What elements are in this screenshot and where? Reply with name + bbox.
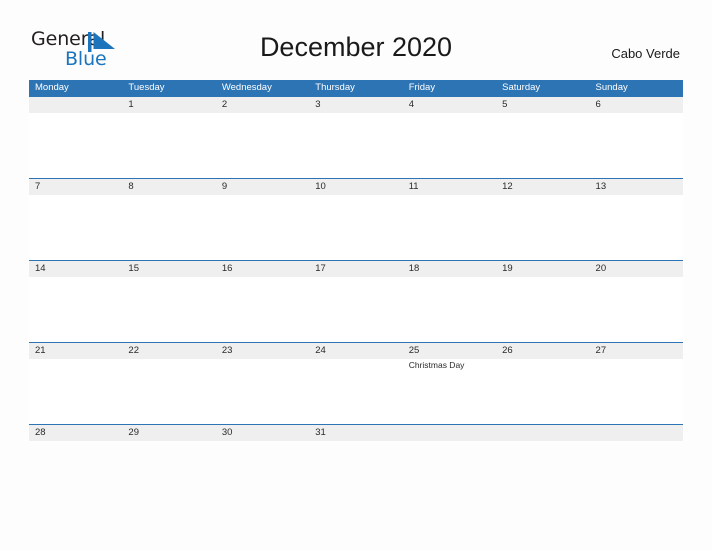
day-number[interactable] (29, 97, 122, 113)
week-date-strip: 1 2 3 4 5 6 (29, 97, 683, 113)
day-number[interactable]: 4 (403, 97, 496, 113)
day-cell[interactable] (590, 359, 683, 424)
day-number[interactable]: 6 (590, 97, 683, 113)
day-number[interactable]: 28 (29, 425, 122, 441)
day-cell[interactable] (496, 277, 589, 342)
day-number[interactable]: 9 (216, 179, 309, 195)
page-title: December 2020 (259, 32, 453, 62)
day-cell[interactable] (29, 113, 122, 178)
day-number[interactable]: 21 (29, 343, 122, 359)
day-cell[interactable] (29, 359, 122, 424)
day-cell[interactable] (496, 113, 589, 178)
week-date-strip: 21 22 23 24 25 26 27 (29, 343, 683, 359)
day-number[interactable] (590, 425, 683, 441)
day-number[interactable]: 30 (216, 425, 309, 441)
day-number[interactable]: 2 (216, 97, 309, 113)
day-cell[interactable] (309, 359, 402, 424)
day-cell[interactable] (122, 113, 215, 178)
day-cell[interactable] (496, 359, 589, 424)
week-row: 1 2 3 4 5 6 (29, 96, 683, 178)
week-row: 7 8 9 10 11 12 13 (29, 178, 683, 260)
day-number[interactable]: 8 (122, 179, 215, 195)
week-date-strip: 7 8 9 10 11 12 13 (29, 179, 683, 195)
day-number[interactable]: 26 (496, 343, 589, 359)
day-number[interactable]: 16 (216, 261, 309, 277)
day-cell[interactable] (590, 113, 683, 178)
day-number[interactable]: 19 (496, 261, 589, 277)
day-cell[interactable] (496, 195, 589, 260)
day-of-week-header-row: Monday Tuesday Wednesday Thursday Friday… (29, 80, 683, 96)
day-number[interactable]: 29 (122, 425, 215, 441)
day-number[interactable]: 1 (122, 97, 215, 113)
day-number[interactable] (496, 425, 589, 441)
day-number[interactable]: 5 (496, 97, 589, 113)
page-header: General Blue December 2020 Cabo Verde (0, 0, 712, 80)
day-cell[interactable] (309, 113, 402, 178)
week-row: 28 29 30 31 (29, 424, 683, 441)
week-date-strip: 28 29 30 31 (29, 425, 683, 441)
day-number[interactable]: 24 (309, 343, 402, 359)
day-cell[interactable] (216, 277, 309, 342)
week-body-strip (29, 113, 683, 178)
day-number[interactable]: 11 (403, 179, 496, 195)
day-number[interactable]: 22 (122, 343, 215, 359)
day-cell[interactable] (590, 277, 683, 342)
day-number[interactable]: 13 (590, 179, 683, 195)
day-number[interactable]: 14 (29, 261, 122, 277)
day-cell[interactable] (403, 277, 496, 342)
dow-thursday: Thursday (315, 82, 355, 93)
day-number[interactable]: 17 (309, 261, 402, 277)
week-body-strip (29, 277, 683, 342)
day-number[interactable]: 7 (29, 179, 122, 195)
week-body-strip (29, 195, 683, 260)
day-cell[interactable] (309, 195, 402, 260)
week-row: 21 22 23 24 25 26 27 Christmas Day (29, 342, 683, 424)
day-number[interactable]: 15 (122, 261, 215, 277)
dow-monday: Monday (35, 82, 69, 93)
dow-wednesday: Wednesday (221, 82, 272, 93)
day-event: Christmas Day (408, 360, 465, 370)
day-cell[interactable] (122, 195, 215, 260)
day-cell[interactable] (216, 359, 309, 424)
day-number[interactable]: 12 (496, 179, 589, 195)
week-row: 14 15 16 17 18 19 20 (29, 260, 683, 342)
day-cell[interactable] (29, 277, 122, 342)
day-number[interactable]: 31 (309, 425, 402, 441)
day-number[interactable]: 27 (590, 343, 683, 359)
day-number[interactable] (403, 425, 496, 441)
day-cell[interactable] (309, 277, 402, 342)
week-date-strip: 14 15 16 17 18 19 20 (29, 261, 683, 277)
week-body-strip: Christmas Day (29, 359, 683, 424)
day-number[interactable]: 23 (216, 343, 309, 359)
region-label: Cabo Verde (611, 46, 680, 61)
day-number[interactable]: 18 (403, 261, 496, 277)
day-cell[interactable] (216, 195, 309, 260)
calendar-table: Monday Tuesday Wednesday Thursday Friday… (29, 80, 683, 441)
day-cell[interactable] (216, 113, 309, 178)
dow-tuesday: Tuesday (128, 82, 165, 93)
dow-friday: Friday (408, 82, 436, 93)
day-cell[interactable] (29, 195, 122, 260)
day-number[interactable]: 25 (403, 343, 496, 359)
day-cell[interactable] (403, 113, 496, 178)
day-number[interactable]: 20 (590, 261, 683, 277)
day-cell[interactable] (122, 277, 215, 342)
day-cell[interactable] (403, 195, 496, 260)
day-number[interactable]: 10 (309, 179, 402, 195)
day-number[interactable]: 3 (309, 97, 402, 113)
day-cell[interactable] (122, 359, 215, 424)
dow-saturday: Saturday (502, 82, 541, 93)
day-cell[interactable] (590, 195, 683, 260)
day-cell[interactable]: Christmas Day (403, 359, 496, 424)
dow-sunday: Sunday (595, 82, 628, 93)
